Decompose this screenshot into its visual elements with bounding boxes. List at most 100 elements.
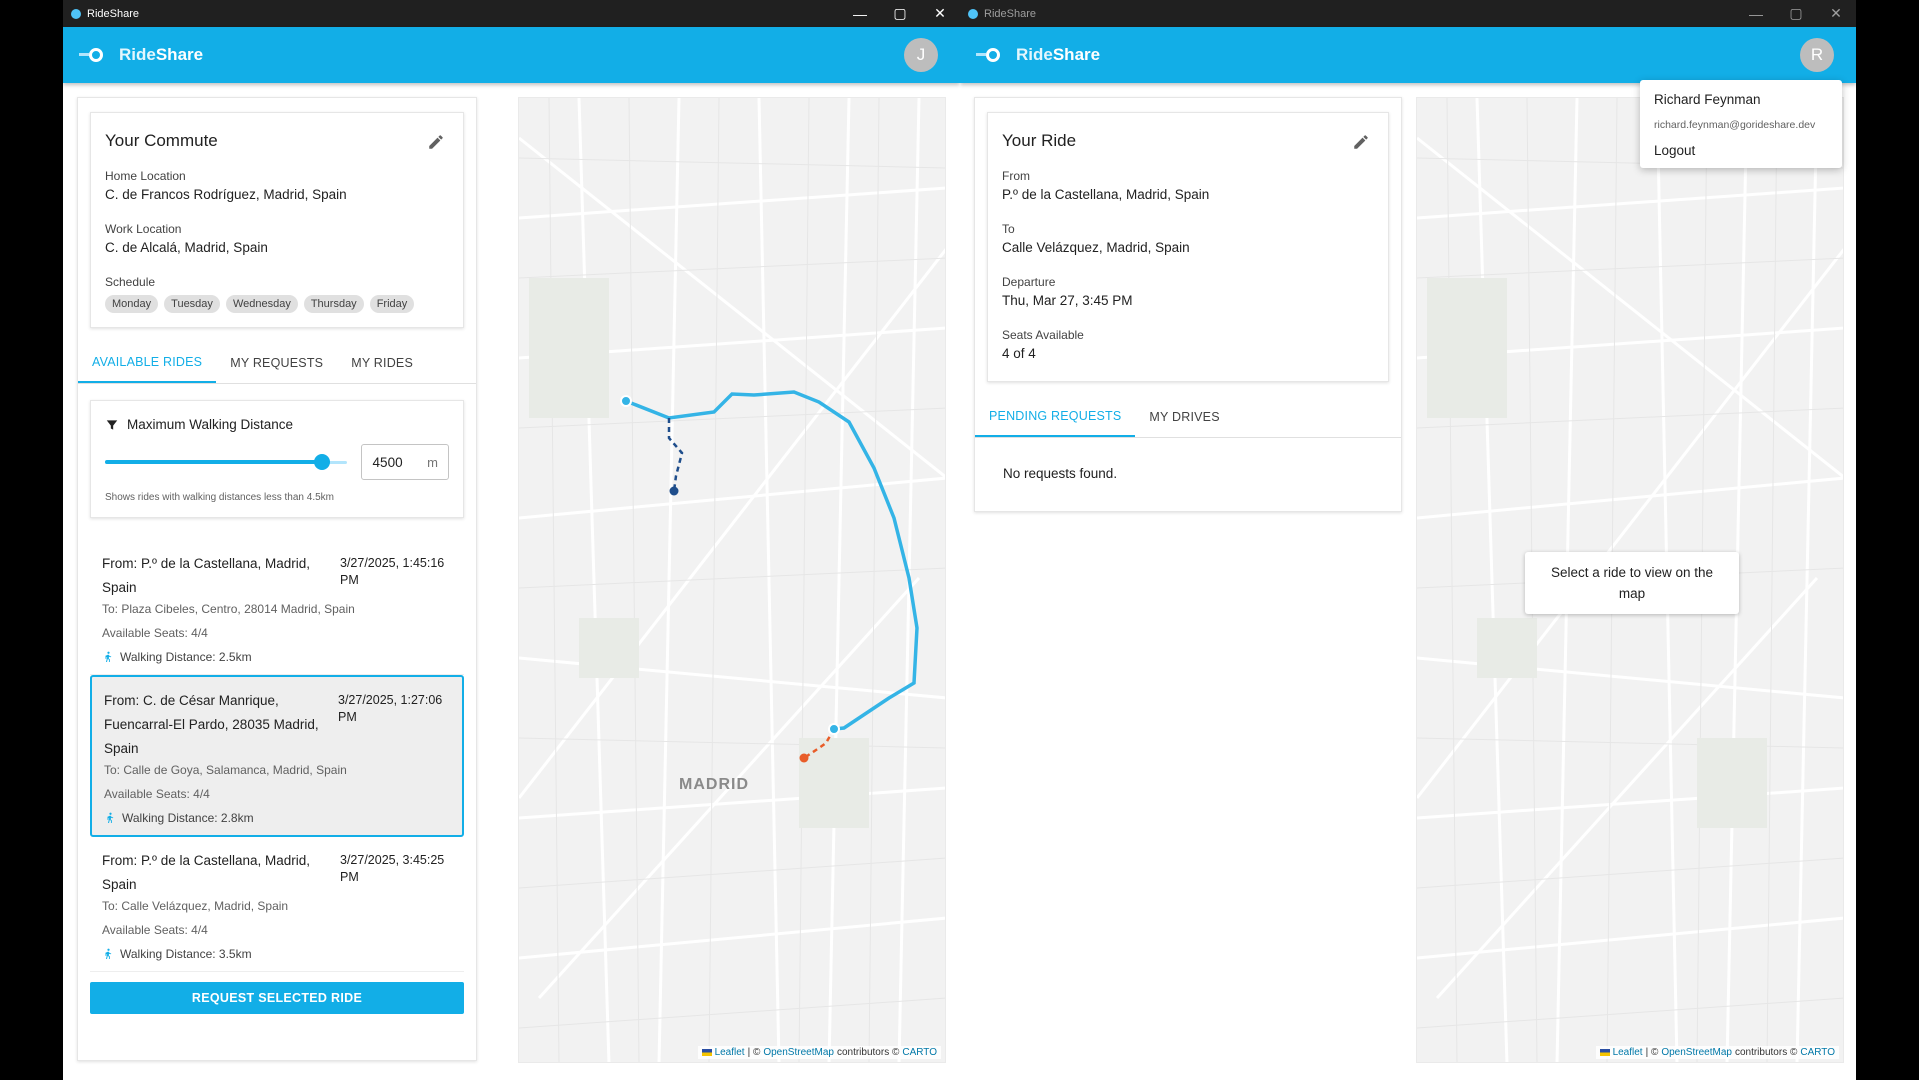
left-window: RideShare — ▢ ✕ RideShare J Your Commute…	[63, 0, 960, 1080]
ride-item[interactable]: From: P.º de la Castellana, Madrid, Spai…	[90, 837, 464, 972]
walking-icon	[105, 948, 112, 959]
home-value: C. de Francos Rodríguez, Madrid, Spain	[105, 187, 347, 202]
slider-thumb[interactable]	[314, 454, 331, 470]
logo-icon	[976, 44, 1004, 66]
osm-link[interactable]: OpenStreetMap	[763, 1047, 834, 1058]
ride-time: 3/27/2025, 1:45:16 PM	[340, 556, 445, 587]
user-name: Richard Feynman	[1654, 92, 1761, 107]
minimize-icon[interactable]: —	[1736, 0, 1776, 27]
start-marker[interactable]	[620, 395, 632, 407]
flag-icon	[701, 1049, 712, 1056]
app-bar: RideShare J	[63, 27, 960, 83]
filter-icon	[106, 419, 118, 430]
chip-monday: Monday	[105, 295, 159, 313]
ride-list: From: P.º de la Castellana, Madrid, Spai…	[90, 540, 464, 972]
carto-link[interactable]: CARTO	[902, 1047, 937, 1058]
empty-requests-text: No requests found.	[1003, 466, 1118, 481]
ride-seats: Available Seats: 4/4	[104, 787, 210, 801]
end-marker[interactable]	[828, 723, 840, 735]
walking-distance-slider[interactable]	[105, 452, 347, 472]
ride-map[interactable]: Select a ride to view on the map Leaflet…	[1416, 97, 1844, 1063]
driver-card: Your Ride From P.º de la Castellana, Mad…	[974, 97, 1402, 512]
schedule-label: Schedule	[105, 275, 156, 289]
ride-walk: Walking Distance: 2.5km	[120, 650, 252, 664]
work-marker[interactable]	[799, 753, 809, 763]
close-icon[interactable]: ✕	[1816, 0, 1856, 27]
from-label: From	[1002, 169, 1030, 183]
home-marker[interactable]	[669, 486, 679, 496]
ride-from: From: P.º de la Castellana, Madrid, Spai…	[102, 556, 311, 595]
ride-tabs: AVAILABLE RIDES MY REQUESTS MY RIDES	[78, 342, 476, 384]
edit-icon[interactable]	[1352, 133, 1370, 151]
osm-link[interactable]: OpenStreetMap	[1661, 1047, 1732, 1058]
logout-menu-item[interactable]: Logout	[1640, 143, 1842, 158]
ride-seats: Available Seats: 4/4	[102, 923, 208, 937]
brand-logo: RideShare	[119, 45, 204, 64]
seats-label: Seats Available	[1002, 328, 1084, 342]
work-value: C. de Alcalá, Madrid, Spain	[105, 240, 268, 255]
brand-logo: RideShare	[1016, 45, 1101, 64]
avatar[interactable]: J	[904, 38, 938, 72]
ride-to: To: Plaza Cibeles, Centro, 28014 Madrid,…	[102, 602, 355, 616]
chip-tuesday: Tuesday	[164, 295, 220, 313]
avatar[interactable]: R	[1800, 38, 1834, 72]
walking-icon	[105, 651, 112, 662]
maximize-icon[interactable]: ▢	[1776, 0, 1816, 27]
chip-friday: Friday	[369, 295, 415, 313]
to-value: Calle Velázquez, Madrid, Spain	[1002, 240, 1190, 255]
tab-my-drives[interactable]: MY DRIVES	[1135, 396, 1233, 437]
departure-label: Departure	[1002, 275, 1056, 289]
from-value: P.º de la Castellana, Madrid, Spain	[1002, 187, 1210, 202]
map-empty-message: Select a ride to view on the map	[1525, 552, 1739, 614]
ride-seats: Available Seats: 4/4	[102, 626, 208, 640]
tab-my-requests[interactable]: MY REQUESTS	[216, 342, 337, 383]
map-attribution: Leaflet | © OpenStreetMap contributors ©…	[697, 1046, 941, 1059]
to-label: To	[1002, 222, 1015, 236]
ride-panel: Your Ride From P.º de la Castellana, Mad…	[974, 97, 1402, 512]
title-bar: RideShare — ▢ ✕	[960, 0, 1856, 27]
seats-value: 4 of 4	[1002, 346, 1036, 361]
home-label: Home Location	[105, 169, 186, 183]
map-city-label: MADRID	[679, 776, 749, 793]
commute-card: Your Commute Home Location C. de Francos…	[90, 112, 464, 328]
departure-value: Thu, Mar 27, 3:45 PM	[1002, 293, 1133, 308]
card-title: Your Commute	[105, 131, 218, 150]
leaflet-link[interactable]: Leaflet	[1613, 1047, 1643, 1058]
ride-item[interactable]: From: P.º de la Castellana, Madrid, Spai…	[90, 540, 464, 675]
walking-distance-input[interactable]: 4500 m	[360, 444, 449, 480]
ride-time: 3/27/2025, 3:45:25 PM	[340, 853, 445, 884]
card-title: Your Ride	[1002, 131, 1077, 150]
filter-helper-text: Shows rides with walking distances less …	[105, 492, 334, 503]
window-title: RideShare	[87, 7, 139, 20]
tab-my-rides[interactable]: MY RIDES	[337, 342, 427, 383]
close-icon[interactable]: ✕	[920, 0, 960, 27]
minimize-icon[interactable]: —	[840, 0, 880, 27]
route-map[interactable]: MADRID Leaflet | © OpenStreetMap contrib…	[518, 97, 946, 1063]
ride-info-card: Your Ride From P.º de la Castellana, Mad…	[987, 112, 1389, 382]
ride-walk: Walking Distance: 2.8km	[122, 811, 254, 825]
ride-from: From: P.º de la Castellana, Madrid, Spai…	[102, 853, 311, 892]
tab-available-rides[interactable]: AVAILABLE RIDES	[78, 342, 217, 383]
right-window: RideShare — ▢ ✕ RideShare R Your Ride Fr…	[960, 0, 1856, 1080]
maximize-icon[interactable]: ▢	[880, 0, 920, 27]
carto-link[interactable]: CARTO	[1800, 1047, 1835, 1058]
work-label: Work Location	[105, 222, 182, 236]
schedule-chips: Monday Tuesday Wednesday Thursday Friday	[105, 295, 449, 313]
chip-wednesday: Wednesday	[225, 295, 298, 313]
ride-item-selected[interactable]: From: C. de César Manrique, Fuencarral-E…	[90, 675, 464, 837]
chip-thursday: Thursday	[303, 295, 364, 313]
leaflet-link[interactable]: Leaflet	[715, 1047, 745, 1058]
ride-to: To: Calle Velázquez, Madrid, Spain	[102, 899, 289, 913]
user-menu: Richard Feynman richard.feynman@goridesh…	[1640, 80, 1842, 168]
ride-time: 3/27/2025, 1:27:06 PM	[338, 693, 443, 724]
edit-icon[interactable]	[427, 133, 445, 151]
request-selected-ride-button[interactable]: REQUEST SELECTED RIDE	[90, 982, 464, 1014]
logo-icon	[79, 44, 107, 66]
app-bar: RideShare R	[960, 27, 1856, 83]
app-icon	[968, 8, 978, 19]
walking-icon	[107, 812, 114, 823]
filter-title: Maximum Walking Distance	[127, 417, 294, 432]
tab-pending-requests[interactable]: PENDING REQUESTS	[975, 396, 1136, 437]
driver-tabs: PENDING REQUESTS MY DRIVES	[975, 396, 1401, 438]
ride-to: To: Calle de Goya, Salamanca, Madrid, Sp…	[104, 763, 347, 777]
